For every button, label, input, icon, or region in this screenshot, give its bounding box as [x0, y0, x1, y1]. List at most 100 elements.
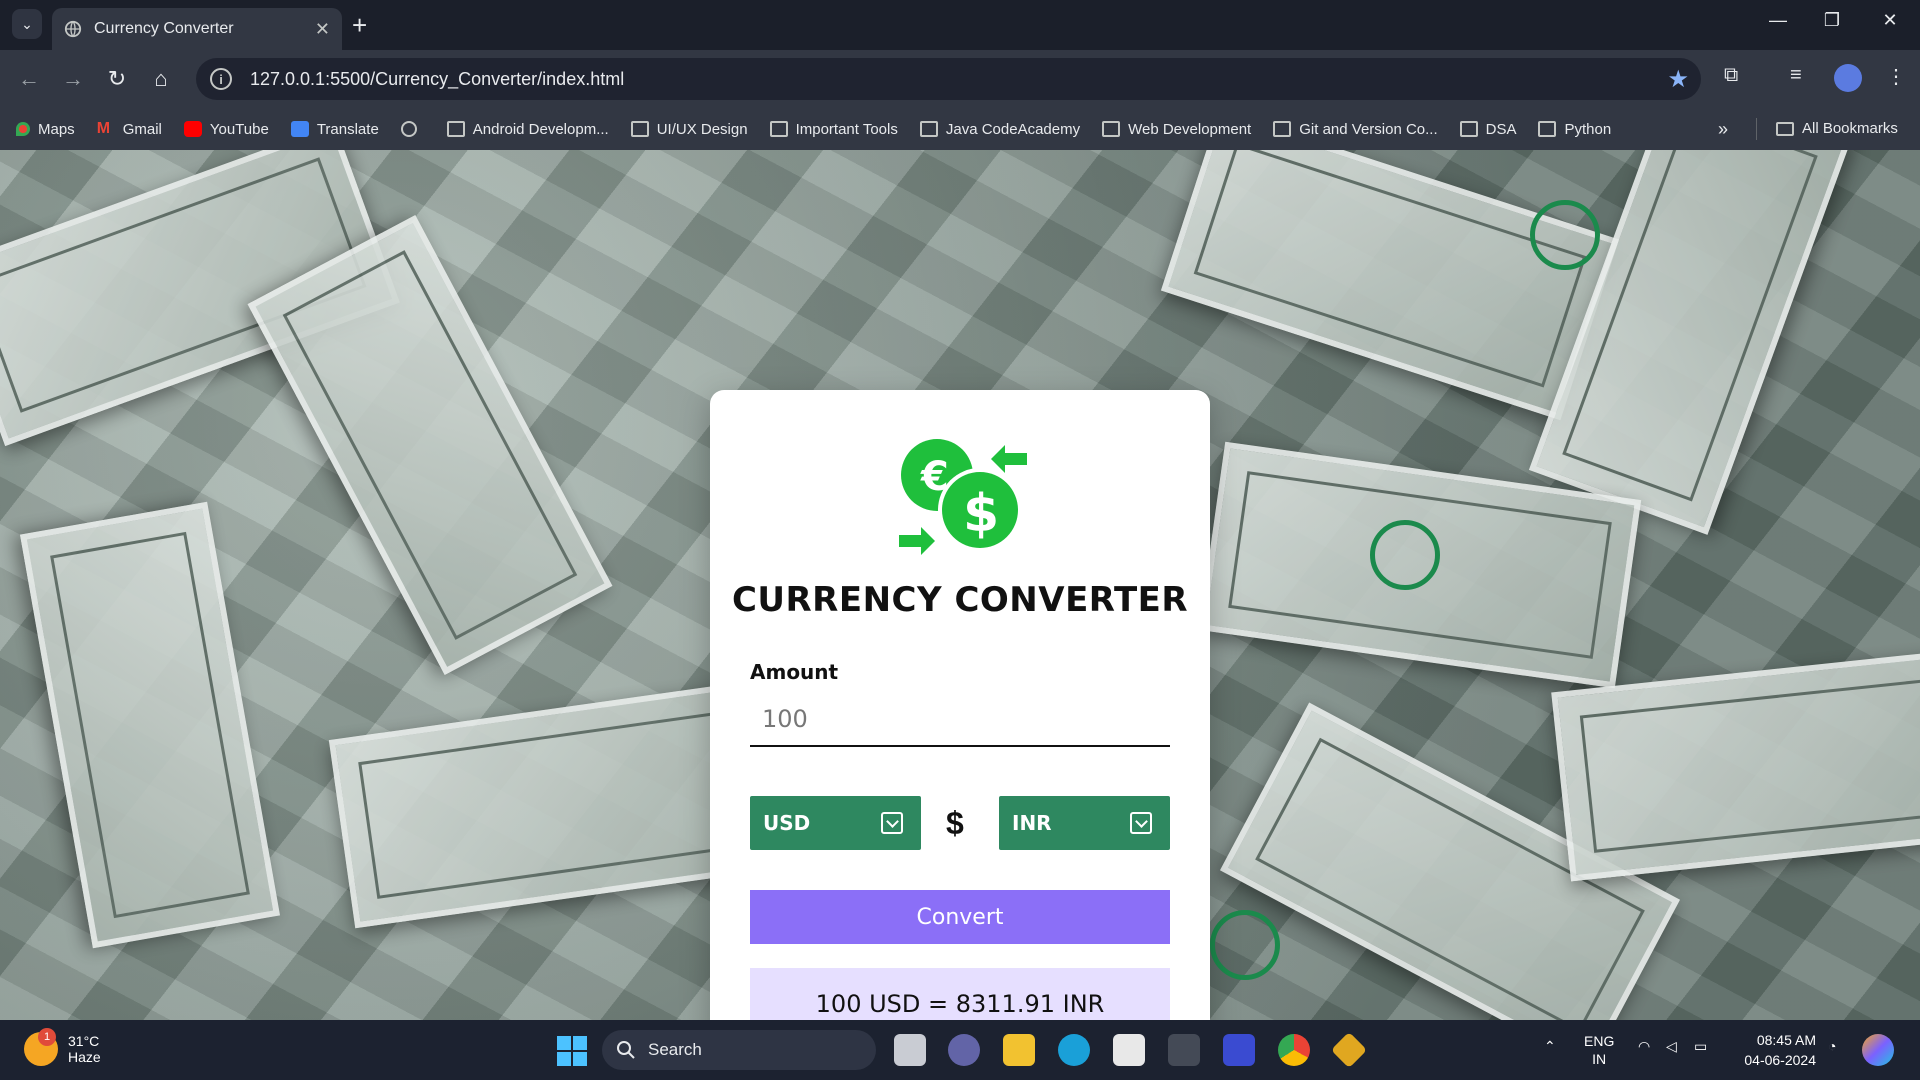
- battery-icon[interactable]: ▭: [1694, 1038, 1707, 1055]
- globe-icon: [64, 20, 82, 38]
- notification-bell-icon[interactable]: ◔: [1828, 1038, 1836, 1054]
- teams-chat-icon[interactable]: [948, 1034, 980, 1066]
- folder-icon: [1538, 121, 1557, 137]
- dropdown-chevron-icon: [1130, 812, 1152, 834]
- bookmarks-divider: [1756, 118, 1757, 140]
- bookmark-label: Translate: [316, 120, 379, 138]
- tab-strip: ⌄ Currency Converter ✕ + — ❐ ✕: [0, 0, 1920, 50]
- bookmark-label: DSA: [1485, 120, 1517, 138]
- bookmark-folder-android[interactable]: Android Developm...: [446, 121, 609, 138]
- conversion-result: 100 USD = 8311.91 INR: [750, 968, 1170, 1020]
- edge-browser-icon[interactable]: [1058, 1034, 1090, 1066]
- site-info-icon[interactable]: i: [210, 68, 232, 90]
- system-clock[interactable]: 08:45 AM 04-06-2024: [1728, 1030, 1816, 1070]
- minimize-icon[interactable]: —: [1758, 10, 1798, 31]
- all-bookmarks-label: All Bookmarks: [1802, 120, 1898, 137]
- amount-label: Amount: [750, 660, 839, 684]
- bookmark-translate[interactable]: Translate: [290, 120, 379, 138]
- search-label: Search: [648, 1040, 702, 1059]
- folder-icon: [769, 121, 788, 137]
- browser-tab[interactable]: Currency Converter ✕: [52, 8, 342, 50]
- background-seal: [1210, 910, 1280, 980]
- notification-badge: 1: [38, 1028, 56, 1046]
- unity-hub-icon[interactable]: [1168, 1034, 1200, 1066]
- git-tool-icon[interactable]: [1330, 1031, 1368, 1069]
- wifi-icon[interactable]: ◠: [1638, 1038, 1650, 1055]
- from-currency-value: USD: [763, 811, 811, 835]
- background-banknote: [328, 681, 772, 929]
- weather-widget[interactable]: 1 31°C Haze: [24, 1028, 101, 1066]
- folder-icon: [919, 121, 938, 137]
- close-window-icon[interactable]: ✕: [1870, 10, 1910, 31]
- language-top: ENG: [1584, 1033, 1615, 1049]
- microsoft-store-icon[interactable]: [1113, 1034, 1145, 1066]
- swap-dollar-icon[interactable]: $: [946, 805, 964, 842]
- translate-icon: [290, 121, 309, 137]
- background-banknote: [1160, 150, 1620, 421]
- extensions-icon[interactable]: ⧉: [1724, 64, 1738, 87]
- bookmark-folder-python[interactable]: Python: [1538, 121, 1611, 138]
- page-title: CURRENCY CONVERTER: [731, 580, 1189, 620]
- tab-title: Currency Converter: [94, 20, 234, 37]
- bookmark-folder-git[interactable]: Git and Version Co...: [1273, 121, 1438, 138]
- dropdown-chevron-icon: [881, 812, 903, 834]
- restore-icon[interactable]: ❐: [1812, 10, 1852, 31]
- reload-icon[interactable]: ↻: [102, 64, 132, 94]
- background-seal: [1370, 520, 1440, 590]
- bookmarks-bar: Maps M Gmail YouTube Translate Android De…: [0, 108, 1920, 150]
- amount-input[interactable]: [750, 692, 1170, 747]
- bookmark-maps[interactable]: Maps: [16, 121, 75, 138]
- weather-temp: 31°C: [68, 1033, 100, 1049]
- code-editor-icon[interactable]: [1223, 1034, 1255, 1066]
- profile-avatar[interactable]: [1834, 64, 1862, 92]
- home-icon[interactable]: ⌂: [146, 64, 176, 94]
- bookmark-label: UI/UX Design: [656, 120, 748, 138]
- bookmark-folder-uiux[interactable]: UI/UX Design: [630, 120, 748, 138]
- bookmarks-overflow-icon[interactable]: »: [1718, 119, 1728, 140]
- bookmark-globe[interactable]: [400, 121, 425, 137]
- svg-text:$: $: [963, 484, 999, 544]
- address-bar[interactable]: i 127.0.0.1:5500/Currency_Converter/inde…: [196, 58, 1701, 100]
- currency-exchange-logo-icon: € $: [899, 439, 1027, 555]
- bookmark-label: YouTube: [209, 120, 269, 138]
- menu-kebab-icon[interactable]: ⋮: [1886, 64, 1906, 89]
- url-text: 127.0.0.1:5500/Currency_Converter/index.…: [250, 68, 625, 89]
- back-arrow-icon[interactable]: ←: [14, 64, 44, 94]
- bookmark-star-icon[interactable]: ★: [1667, 65, 1689, 94]
- start-windows-icon[interactable]: [557, 1036, 587, 1066]
- media-control-icon[interactable]: ≡: [1790, 64, 1802, 87]
- all-bookmarks-button[interactable]: All Bookmarks: [1776, 120, 1898, 137]
- taskbar-search[interactable]: Search: [602, 1030, 876, 1070]
- browser-toolbar: ← → ↻ ⌂ i 127.0.0.1:5500/Currency_Conver…: [0, 50, 1920, 108]
- chrome-icon[interactable]: [1278, 1034, 1310, 1066]
- tab-close-icon[interactable]: ✕: [315, 19, 330, 40]
- file-explorer-icon[interactable]: [1003, 1034, 1035, 1066]
- bookmark-folder-java[interactable]: Java CodeAcademy: [919, 121, 1080, 138]
- convert-button[interactable]: Convert: [750, 890, 1170, 944]
- copilot-icon[interactable]: [1862, 1034, 1894, 1066]
- to-currency-select[interactable]: INR: [999, 796, 1170, 850]
- folder-icon: [630, 121, 649, 137]
- background-banknote: [19, 501, 281, 949]
- folder-icon: [1102, 121, 1121, 137]
- windows-taskbar: 1 31°C Haze Search ⌃ ENG IN ◠ ◁ ▭ 08:45 …: [0, 1020, 1920, 1080]
- tab-search-chevron-icon[interactable]: ⌄: [12, 9, 42, 39]
- youtube-icon: [183, 121, 202, 137]
- language-bottom: IN: [1592, 1051, 1607, 1067]
- gmail-icon: M: [96, 120, 111, 137]
- bookmark-youtube[interactable]: YouTube: [183, 120, 269, 138]
- bookmark-label: Python: [1564, 120, 1612, 138]
- globe-icon: [400, 121, 417, 137]
- show-hidden-icons-chevron[interactable]: ⌃: [1544, 1038, 1556, 1055]
- new-tab-plus-icon[interactable]: +: [352, 12, 367, 38]
- volume-icon[interactable]: ◁: [1666, 1038, 1677, 1055]
- task-view-icon[interactable]: [894, 1034, 926, 1066]
- from-currency-select[interactable]: USD: [750, 796, 921, 850]
- bookmark-folder-webdev[interactable]: Web Development: [1102, 121, 1251, 138]
- bookmark-gmail[interactable]: M Gmail: [97, 121, 162, 138]
- language-indicator[interactable]: ENG IN: [1584, 1032, 1614, 1068]
- bookmark-folder-tools[interactable]: Important Tools: [769, 121, 898, 138]
- bookmark-folder-dsa[interactable]: DSA: [1459, 120, 1517, 138]
- converter-card: € $ CURRENCY CONVERTER Amount USD $ INR …: [710, 390, 1210, 1020]
- forward-arrow-icon[interactable]: →: [58, 64, 88, 94]
